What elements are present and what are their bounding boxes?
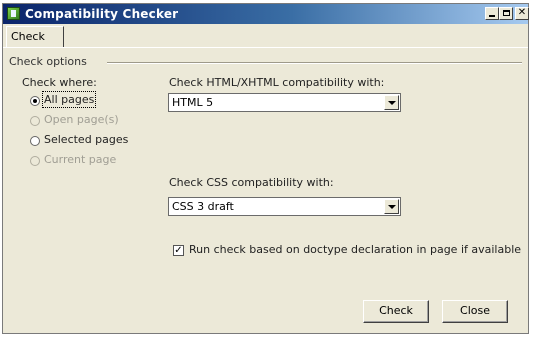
checkmark-icon: ✓: [174, 245, 183, 256]
css-compat-select[interactable]: CSS 3 draft: [168, 197, 401, 216]
html-compat-select[interactable]: HTML 5: [168, 93, 401, 112]
radio-open-pages-label: Open page(s): [44, 113, 119, 126]
tab-check-label: Check: [11, 30, 45, 43]
doctype-checkbox-label[interactable]: Run check based on doctype declaration i…: [189, 243, 521, 256]
minimize-icon: [489, 15, 495, 17]
group-divider: [107, 62, 522, 64]
close-dialog-button[interactable]: Close: [442, 300, 508, 323]
html-compat-value: HTML 5: [172, 96, 214, 109]
radio-current-page-label: Current page: [44, 153, 117, 166]
chevron-down-icon[interactable]: [384, 95, 399, 110]
radio-current-page: [30, 156, 40, 166]
radio-selected-pages-label[interactable]: Selected pages: [44, 133, 128, 146]
html-compat-label: Check HTML/XHTML compatibility with:: [169, 76, 385, 89]
radio-all-pages-label[interactable]: All pages: [41, 91, 97, 108]
doctype-checkbox[interactable]: ✓: [173, 245, 184, 256]
app-icon: [7, 7, 20, 20]
close-button[interactable]: ✕: [515, 7, 529, 20]
tab-panel-border: [3, 47, 528, 48]
chevron-down-icon[interactable]: [384, 199, 399, 214]
css-compat-label: Check CSS compatibility with:: [169, 176, 334, 189]
maximize-icon: [502, 10, 510, 16]
minimize-button[interactable]: [485, 7, 499, 20]
radio-all-pages[interactable]: [30, 96, 40, 106]
check-options-label: Check options: [9, 55, 87, 68]
compatibility-checker-window: Compatibility Checker ✕ Check Check opti…: [2, 3, 529, 334]
check-where-label: Check where:: [22, 76, 97, 89]
radio-open-pages: [30, 116, 40, 126]
maximize-button[interactable]: [499, 7, 513, 20]
check-button[interactable]: Check: [363, 300, 429, 323]
tab-check[interactable]: Check: [6, 26, 64, 47]
css-compat-value: CSS 3 draft: [172, 200, 234, 213]
close-icon: ✕: [517, 7, 527, 18]
radio-selected-pages[interactable]: [30, 136, 40, 146]
title-bar[interactable]: Compatibility Checker ✕: [3, 4, 529, 24]
window-title: Compatibility Checker: [25, 7, 179, 21]
